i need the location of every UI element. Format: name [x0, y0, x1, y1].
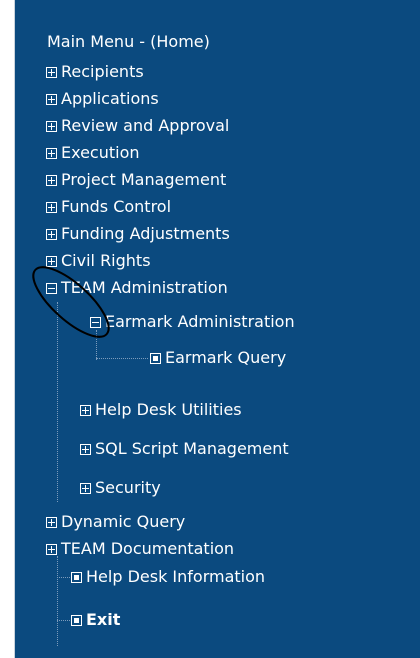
menu-item-exit[interactable]: Exit: [71, 611, 120, 629]
expand-plus-icon[interactable]: [80, 443, 91, 455]
expand-plus-icon[interactable]: [46, 543, 57, 555]
tree-connector: [57, 620, 70, 621]
menu-item-label: Security: [95, 478, 161, 497]
collapse-minus-icon[interactable]: [46, 282, 57, 294]
bullet-square-icon: [71, 614, 82, 626]
tree-connector: [57, 556, 58, 646]
menu-item-project-management[interactable]: Project Management: [46, 171, 226, 189]
menu-item-label: Exit: [86, 610, 121, 629]
menu-title: Main Menu - (Home): [47, 32, 210, 51]
menu-item-label: TEAM Documentation: [61, 539, 235, 558]
menu-item-label: SQL Script Management: [95, 439, 289, 458]
expand-plus-icon[interactable]: [46, 120, 57, 132]
menu-item-funds-control[interactable]: Funds Control: [46, 198, 171, 216]
menu-item-label: TEAM Administration: [61, 278, 228, 297]
expand-plus-icon[interactable]: [46, 201, 57, 213]
tree-connector: [96, 358, 148, 359]
menu-item-earmark-administration[interactable]: Earmark Administration: [90, 313, 295, 331]
expand-plus-icon[interactable]: [80, 404, 91, 416]
menu-item-label: Recipients: [61, 62, 144, 81]
menu-item-label: Funding Adjustments: [61, 224, 230, 243]
menu-item-label: Help Desk Information: [86, 567, 266, 586]
tree-connector: [96, 330, 97, 360]
menu-item-dynamic-query[interactable]: Dynamic Query: [46, 513, 185, 531]
bullet-square-icon: [150, 352, 161, 364]
menu-item-earmark-query[interactable]: Earmark Query: [150, 349, 286, 367]
menu-item-label: Project Management: [61, 170, 227, 189]
menu-item-execution[interactable]: Execution: [46, 144, 140, 162]
expand-plus-icon[interactable]: [46, 255, 57, 267]
expand-plus-icon[interactable]: [46, 66, 57, 78]
menu-item-security[interactable]: Security: [80, 479, 161, 497]
menu-item-funding-adjustments[interactable]: Funding Adjustments: [46, 225, 230, 243]
bullet-square-icon: [71, 571, 82, 583]
menu-item-label: Earmark Administration: [105, 312, 295, 331]
menu-item-sql-script-management[interactable]: SQL Script Management: [80, 440, 289, 458]
menu-item-team-administration[interactable]: TEAM Administration: [46, 279, 228, 297]
menu-item-label: Applications: [61, 89, 159, 108]
expand-plus-icon[interactable]: [80, 482, 91, 494]
menu-item-label: Review and Approval: [61, 116, 230, 135]
navigation-menu-panel: Main Menu - (Home) Recipients Applicatio…: [14, 0, 420, 658]
menu-item-label: Funds Control: [61, 197, 172, 216]
menu-item-applications[interactable]: Applications: [46, 90, 159, 108]
collapse-minus-icon[interactable]: [90, 316, 101, 328]
menu-item-recipients[interactable]: Recipients: [46, 63, 144, 81]
expand-plus-icon[interactable]: [46, 516, 57, 528]
menu-item-civil-rights[interactable]: Civil Rights: [46, 252, 151, 270]
expand-plus-icon[interactable]: [46, 174, 57, 186]
expand-plus-icon[interactable]: [46, 93, 57, 105]
menu-item-help-desk-utilities[interactable]: Help Desk Utilities: [80, 401, 242, 419]
expand-plus-icon[interactable]: [46, 228, 57, 240]
tree-connector: [57, 302, 58, 502]
menu-item-label: Civil Rights: [61, 251, 151, 270]
menu-item-label: Help Desk Utilities: [95, 400, 242, 419]
menu-item-label: Dynamic Query: [61, 512, 186, 531]
menu-item-team-documentation[interactable]: TEAM Documentation: [46, 540, 234, 558]
tree-connector: [57, 577, 70, 578]
menu-item-help-desk-information[interactable]: Help Desk Information: [71, 568, 265, 586]
menu-item-label: Execution: [61, 143, 140, 162]
menu-item-review-and-approval[interactable]: Review and Approval: [46, 117, 229, 135]
expand-plus-icon[interactable]: [46, 147, 57, 159]
menu-item-label: Earmark Query: [165, 348, 287, 367]
